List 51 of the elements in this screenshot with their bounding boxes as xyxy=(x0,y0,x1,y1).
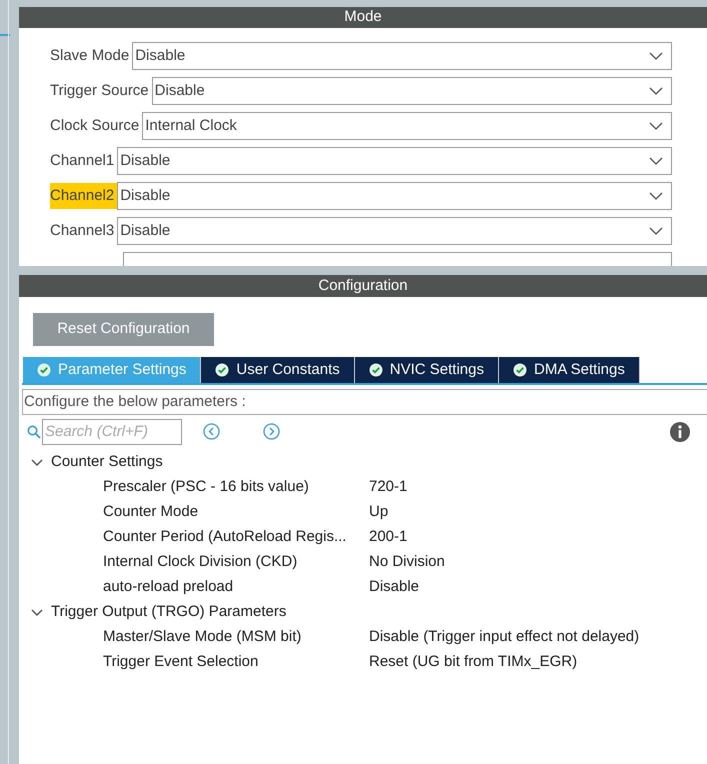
field-label: Channel1 xyxy=(50,150,116,171)
tab[interactable]: User Constants xyxy=(201,357,355,383)
section-header: Mode xyxy=(19,7,707,28)
section-header: Configuration xyxy=(19,275,707,297)
chevron-icon[interactable] xyxy=(30,458,44,468)
field-label: Channel2 xyxy=(50,182,118,210)
parameter-name[interactable]: Prescaler (PSC - 16 bits value) xyxy=(103,476,369,499)
parameter-value[interactable]: No Division xyxy=(369,551,445,574)
caret-icon xyxy=(649,192,663,200)
field-label: Trigger Source xyxy=(50,80,150,101)
parameter-value[interactable]: 200-1 xyxy=(369,526,408,549)
check-circle-icon xyxy=(513,363,527,377)
parameter-value[interactable]: Reset (UG bit from TIMx_EGR) xyxy=(369,651,578,674)
field-label: Slave Mode xyxy=(50,46,130,66)
parameter-value[interactable]: Disable xyxy=(369,576,420,599)
dropdown-select[interactable]: Disable xyxy=(117,182,672,210)
dropdown-select[interactable]: Disable xyxy=(152,77,672,105)
parameter-value[interactable]: 720-1 xyxy=(369,476,408,499)
caret-icon xyxy=(649,52,663,60)
check-circle-icon xyxy=(215,363,230,377)
parameter-value[interactable]: Disable (Trigger input effect not delayed) xyxy=(369,626,640,649)
parameter-name[interactable]: Master/Slave Mode (MSM bit) xyxy=(103,626,369,649)
dropdown-select[interactable]: Disable xyxy=(117,147,672,175)
dropdown-select[interactable]: Disable xyxy=(132,42,672,70)
chevron-icon[interactable] xyxy=(30,608,44,618)
check-circle-icon xyxy=(37,363,51,377)
parameter-name[interactable]: Counter Mode xyxy=(103,501,369,524)
caret-icon xyxy=(649,122,663,130)
tab[interactable]: DMA Settings xyxy=(499,357,640,383)
search-field[interactable]: Search (Ctrl+F) xyxy=(42,418,182,444)
check-circle-icon xyxy=(368,363,383,377)
caret-icon xyxy=(649,87,663,95)
next-icon[interactable] xyxy=(263,423,280,440)
group-label[interactable]: Trigger Output (TRGO) Parameters xyxy=(51,601,286,624)
tab[interactable]: NVIC Settings xyxy=(354,357,499,383)
parameter-name[interactable]: Counter Period (AutoReload Regis... xyxy=(103,526,369,549)
parameter-value[interactable]: Up xyxy=(369,501,388,524)
description-box: Configure the below parameters : xyxy=(22,389,707,415)
field-label: Clock Source xyxy=(50,116,140,136)
parameter-name[interactable]: auto-reload preload xyxy=(103,576,369,599)
caret-icon xyxy=(649,157,663,165)
search-icon xyxy=(27,424,41,438)
parameter-name[interactable]: Trigger Event Selection xyxy=(103,651,369,674)
group-label[interactable]: Counter Settings xyxy=(51,451,163,474)
dropdown-select[interactable]: Internal Clock xyxy=(142,112,672,140)
field-label: Channel3 xyxy=(50,220,116,241)
previous-icon[interactable] xyxy=(203,423,220,440)
caret-icon xyxy=(649,227,663,235)
info-icon[interactable] xyxy=(670,422,690,442)
dropdown-select[interactable]: Disable xyxy=(117,217,672,245)
parameter-name[interactable]: Internal Clock Division (CKD) xyxy=(103,551,369,574)
